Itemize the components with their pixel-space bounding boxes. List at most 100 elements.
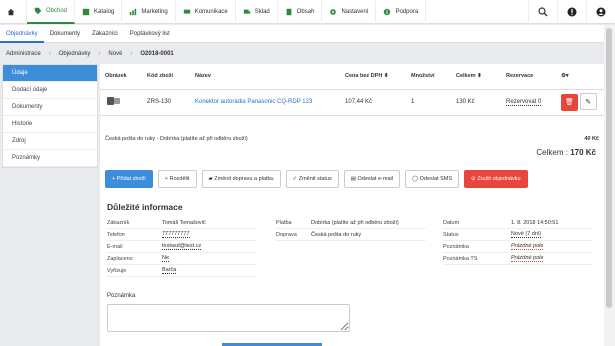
info-icon	[384, 8, 391, 16]
info-label: E-mail	[107, 243, 123, 250]
sub-navigation: Objednávky Dokumenty Zákazníci Poptávkov…	[0, 25, 604, 43]
send-email-button[interactable]: ▤ Odeslat e-mail	[343, 170, 400, 188]
search-button[interactable]	[528, 0, 557, 24]
nav-label: Sklad	[254, 9, 270, 15]
subnav-poptavkovy-list[interactable]: Poptávkový list	[124, 25, 176, 43]
cancel-order-button[interactable]: ⊘ Zrušit objednávku	[464, 170, 528, 188]
order-note[interactable]: Prázdné pole	[511, 243, 544, 250]
cancel-order-label: Zrušit objednávku	[477, 176, 521, 182]
shipping-row: Česká pošta do ruky - Dobírka (platíte a…	[105, 136, 599, 142]
user-icon	[596, 7, 606, 17]
alert-button[interactable]	[557, 0, 586, 24]
info-label: Datum	[443, 219, 460, 226]
chat-icon: ◯	[411, 176, 420, 182]
sidebar-item-poznamky[interactable]: Poznámky	[3, 150, 97, 167]
nav-label: Obchod	[46, 8, 68, 14]
breadcrumb-administrace[interactable]: Administrace	[6, 51, 41, 57]
info-label: Poznámka	[443, 243, 469, 250]
info-label: Vyřizuje	[107, 267, 127, 274]
column-settings-button[interactable]: ⚙▾	[556, 64, 604, 90]
send-sms-label: Odeslat SMS	[419, 176, 453, 182]
add-item-button[interactable]: + Přidat zboží	[105, 170, 153, 188]
breadcrumb-objednavky[interactable]: Objednávky	[59, 51, 91, 57]
breadcrumb: Administrace › Objednávky › Nové › O2018…	[0, 44, 604, 64]
sidebar-item-historie[interactable]: Historie	[3, 116, 97, 133]
column-header-reservation: Rezervace	[501, 64, 556, 90]
shipping-method: Česká pošta do ruky - Dobírka (platíte a…	[105, 136, 248, 142]
order-date: 1. 8. 2018 14:50:51	[511, 219, 559, 226]
chevron-right-icon: ›	[130, 51, 133, 57]
customer-phone[interactable]: 777777777	[162, 231, 190, 238]
document-icon: ▤	[350, 176, 358, 182]
change-shipping-button[interactable]: ▰ Změnit dopravu a platbu	[201, 170, 281, 188]
note-textarea[interactable]	[107, 304, 350, 332]
order-status[interactable]: Nové (7 dní)	[511, 231, 542, 238]
item-quantity[interactable]: 1	[406, 89, 451, 116]
nav-sklad[interactable]: Sklad	[236, 0, 278, 24]
column-header-total[interactable]: Celkem ⬍	[451, 64, 501, 90]
item-code: ZRS-130	[142, 89, 190, 116]
sidebar-item-dodaci-udaje[interactable]: Dodací údaje	[3, 82, 97, 99]
nav-label: Podpora	[395, 9, 419, 15]
delete-item-button[interactable]: 🗑	[561, 94, 578, 111]
sidebar-item-dokumenty[interactable]: Dokumenty	[3, 99, 97, 116]
chart-icon	[130, 8, 137, 16]
nav-label: Komunikace	[194, 9, 228, 15]
send-sms-button[interactable]: ◯ Odeslat SMS	[404, 170, 460, 188]
column-header-qty[interactable]: Množství	[406, 64, 451, 90]
nav-marketing[interactable]: Marketing	[122, 0, 176, 24]
note-label: Poznámka	[107, 293, 136, 299]
pencil-icon: ✎	[585, 99, 592, 106]
change-status-label: Změnit status	[298, 176, 332, 182]
breadcrumb-nove[interactable]: Nové	[108, 51, 122, 57]
home-button[interactable]	[0, 0, 27, 24]
sidebar-item-udaje[interactable]: Údaje	[3, 65, 97, 82]
order-total: Celkem : 170 Kč	[536, 148, 596, 157]
nav-obchod[interactable]: Obchod	[27, 0, 76, 24]
reserve-link[interactable]: Rezervovat 0	[506, 99, 542, 106]
split-label: Rozdělit	[169, 176, 190, 182]
shipping-info: Česká pošta do ruky	[311, 231, 362, 238]
info-label: Status	[443, 231, 459, 238]
nav-obsah[interactable]: Obsah	[278, 0, 323, 24]
important-info-title: Důležité informace	[107, 202, 183, 212]
info-label: Zákazník	[107, 219, 130, 226]
subnav-zakaznici[interactable]: Zákazníci	[86, 25, 124, 43]
nav-katalog[interactable]: Katalog	[75, 0, 123, 24]
payment-method: Dobírka (platíte až při odběru zboží)	[311, 219, 399, 226]
subnav-objednavky[interactable]: Objednávky	[0, 25, 44, 43]
subnav-dokumenty[interactable]: Dokumenty	[44, 25, 86, 43]
customer-name: Tomáš Tomašovič	[162, 219, 206, 226]
search-icon	[538, 7, 548, 17]
column-header-price[interactable]: Cena bez DPH ⬍	[340, 64, 406, 90]
column-header-code[interactable]: Kód zboží	[142, 64, 190, 90]
edit-item-button[interactable]: ✎	[579, 93, 597, 110]
chevron-right-icon: ›	[48, 51, 51, 57]
handler-name[interactable]: Barča	[162, 267, 177, 274]
paid-status[interactable]: Ne	[162, 255, 170, 262]
file-icon	[286, 8, 292, 16]
chat-icon	[183, 9, 190, 14]
page-title: O2018-0001	[140, 51, 174, 57]
order-items-table: Obrázek Kód zboží Název Cena bez DPH ⬍ M…	[100, 64, 604, 116]
column-header-name[interactable]: Název	[190, 64, 340, 90]
scrollbar-thumb[interactable]	[606, 28, 612, 308]
send-email-label: Odeslat e-mail	[357, 176, 393, 182]
nav-label: Nastavení	[341, 9, 369, 15]
customer-email[interactable]: testasd@test.cz	[162, 243, 202, 250]
nav-label: Obsah	[296, 9, 315, 15]
change-status-button[interactable]: ✓ Změnit status	[285, 170, 339, 188]
nav-label: Katalog	[94, 9, 115, 15]
split-button[interactable]: ⑂ Rozdělit	[157, 170, 197, 188]
order-note-ts[interactable]: Prázdné pole	[511, 255, 544, 262]
item-total: 130 Kč	[451, 89, 501, 116]
nav-podpora[interactable]: Podpora	[376, 0, 427, 24]
sidebar-item-zdroj[interactable]: Zdroj	[3, 133, 97, 150]
nav-komunikace[interactable]: Komunikace	[176, 0, 236, 24]
item-name-link[interactable]: Konektor autorádia Panasonic CQ-RDP 123	[190, 89, 340, 116]
nav-label: Marketing	[141, 9, 168, 15]
nav-nastaveni[interactable]: Nastavení	[322, 0, 377, 24]
top-navigation: Obchod Katalog Marketing Komunikace Skla…	[0, 0, 615, 24]
change-shipping-label: Změnit dopravu a platbu	[214, 176, 274, 182]
user-button[interactable]	[586, 0, 615, 24]
